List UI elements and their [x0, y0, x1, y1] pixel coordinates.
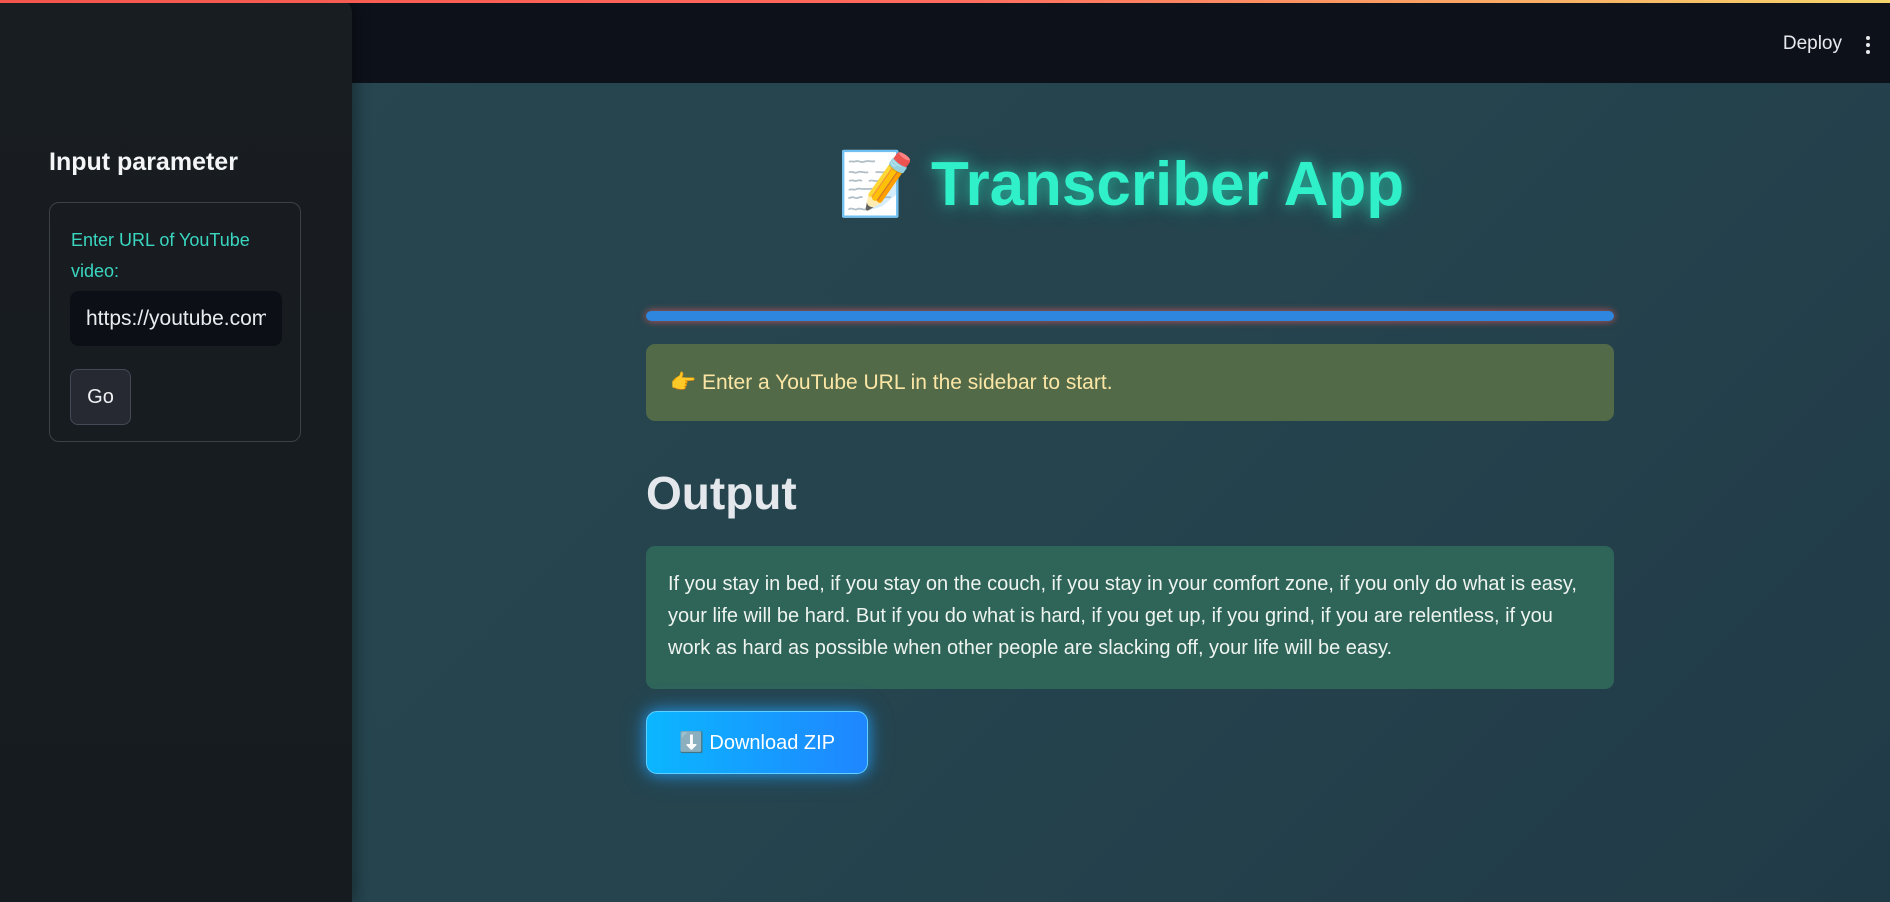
youtube-url-input[interactable]: [70, 291, 282, 346]
output-heading: Output: [646, 467, 797, 519]
go-button[interactable]: Go: [70, 369, 131, 425]
input-form: Enter URL of YouTube video: Go: [49, 202, 301, 442]
url-field-label: Enter URL of YouTube video:: [71, 230, 250, 281]
memo-icon: 📝: [837, 150, 915, 219]
page-title: 📝 Transcriber App: [352, 148, 1890, 221]
top-decoration-strip: [0, 0, 1890, 3]
sidebar: Input parameter Enter URL of YouTube vid…: [0, 0, 352, 902]
download-zip-label: Download ZIP: [709, 732, 836, 754]
transcript-output: If you stay in bed, if you stay on the c…: [646, 546, 1614, 689]
sidebar-title: Input parameter: [49, 148, 238, 176]
deploy-button[interactable]: Deploy: [1783, 33, 1842, 55]
info-alert: 👉 Enter a YouTube URL in the sidebar to …: [646, 344, 1614, 421]
info-alert-text: Enter a YouTube URL in the sidebar to st…: [702, 371, 1113, 394]
page-title-text: Transcriber App: [931, 150, 1405, 219]
progress-bar-fill: [646, 311, 1614, 321]
progress-bar: [646, 311, 1614, 321]
download-zip-button[interactable]: ⬇️ Download ZIP: [646, 711, 868, 774]
more-vertical-icon[interactable]: [1856, 33, 1880, 57]
download-arrow-icon: ⬇️: [678, 732, 704, 754]
pointing-hand-icon: 👉: [670, 371, 697, 394]
